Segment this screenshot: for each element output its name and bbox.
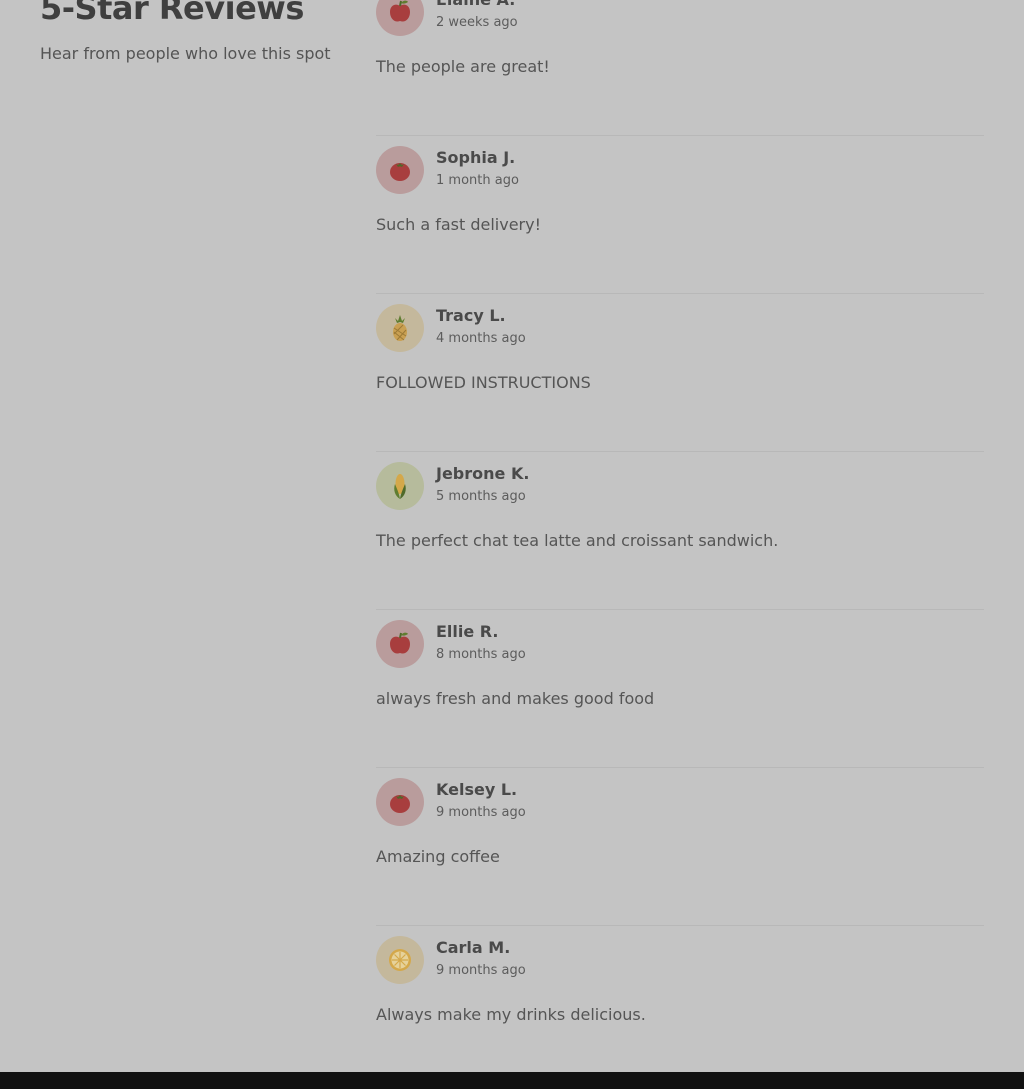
review-item: Carla M. 9 months ago Always make my dri…: [376, 926, 984, 1084]
avatar: [376, 146, 424, 194]
reviewer-name: Elaine A.: [436, 0, 515, 10]
review-text: Always make my drinks delicious.: [376, 1005, 646, 1024]
review-text: FOLLOWED INSTRUCTIONS: [376, 373, 591, 392]
avatar: [376, 0, 424, 36]
review-item: Jebrone K. 5 months ago The perfect chat…: [376, 452, 984, 610]
reviewer-name: Tracy L.: [436, 306, 506, 325]
review-time: 5 months ago: [436, 489, 526, 504]
review-time: 9 months ago: [436, 805, 526, 820]
avatar: [376, 462, 424, 510]
review-item: Sophia J. 1 month ago Such a fast delive…: [376, 136, 984, 294]
page-title: 5-Star Reviews: [40, 0, 304, 27]
footer-bar: [0, 1072, 1024, 1089]
reviewer-name: Jebrone K.: [436, 464, 530, 483]
lemon-slice-icon: [389, 949, 411, 971]
tomato-icon: [390, 163, 410, 181]
avatar: [376, 778, 424, 826]
review-text: always fresh and makes good food: [376, 689, 655, 708]
avatar: [376, 304, 424, 352]
review-time: 2 weeks ago: [436, 15, 518, 30]
review-list: Elaine A. 2 weeks ago The people are gre…: [376, 0, 984, 1084]
review-time: 9 months ago: [436, 963, 526, 978]
review-text: Amazing coffee: [376, 847, 500, 866]
apple-icon: [390, 0, 410, 22]
reviewer-name: Sophia J.: [436, 148, 516, 167]
review-time: 8 months ago: [436, 647, 526, 662]
reviewer-name: Kelsey L.: [436, 780, 518, 799]
review-item: Tracy L. 4 months ago FOLLOWED INSTRUCTI…: [376, 294, 984, 452]
avatar: [376, 620, 424, 668]
review-item: Elaine A. 2 weeks ago The people are gre…: [376, 0, 984, 136]
pineapple-icon: [393, 315, 407, 341]
avatar: [376, 936, 424, 984]
reviewer-name: Carla M.: [436, 938, 511, 957]
review-time: 1 month ago: [436, 173, 519, 188]
review-item: Ellie R. 8 months ago always fresh and m…: [376, 610, 984, 768]
review-text: The perfect chat tea latte and croissant…: [376, 531, 779, 550]
tomato-icon: [390, 795, 410, 813]
review-time: 4 months ago: [436, 331, 526, 346]
page-subtitle: Hear from people who love this spot: [40, 44, 331, 63]
reviewer-name: Ellie R.: [436, 622, 499, 641]
review-text: The people are great!: [376, 57, 550, 76]
apple-icon: [390, 632, 410, 654]
review-item: Kelsey L. 9 months ago Amazing coffee: [376, 768, 984, 926]
corn-icon: [394, 474, 406, 499]
review-text: Such a fast delivery!: [376, 215, 542, 234]
